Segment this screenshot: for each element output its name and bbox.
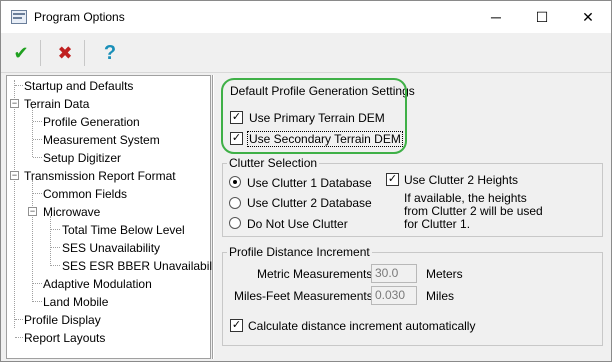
clutter2-label[interactable]: Use Clutter 2 Database: [247, 196, 372, 210]
cancel-button[interactable]: ✖: [53, 41, 77, 65]
options-tree[interactable]: − − − Startup and Defaults Terrain Data …: [6, 75, 224, 359]
metric-label: Metric Measurements: [257, 267, 373, 281]
metric-unit: Meters: [426, 267, 463, 281]
tree-connector: [33, 283, 42, 284]
tree-item-ses-esr-bber[interactable]: SES ESR BBER Unavailability: [62, 258, 224, 274]
toolbar-separator: [84, 40, 85, 66]
toolbar-separator: [40, 40, 41, 66]
title-bar: Program Options ─ ☐ ✕: [1, 1, 611, 33]
tree-item-transmission-report-format[interactable]: Transmission Report Format: [24, 168, 176, 184]
help-icon: ?: [103, 41, 117, 64]
tree-item-setup-digitizer[interactable]: Setup Digitizer: [43, 150, 121, 166]
collapse-toggle[interactable]: −: [10, 99, 19, 108]
tree-item-land-mobile[interactable]: Land Mobile: [43, 294, 108, 310]
tree-item-microwave[interactable]: Microwave: [43, 204, 100, 220]
tree-connector: [51, 265, 60, 266]
clutter1-label[interactable]: Use Clutter 1 Database: [247, 176, 372, 190]
program-options-window: Program Options ─ ☐ ✕ ✔ ✖ ? − − − Startu…: [0, 0, 612, 362]
app-icon: [11, 10, 27, 24]
help-button[interactable]: ?: [98, 41, 122, 65]
tree-connector: [51, 247, 60, 248]
no-clutter-label[interactable]: Do Not Use Clutter: [247, 217, 348, 231]
toolbar: ✔ ✖ ?: [1, 33, 611, 73]
maximize-button[interactable]: ☐: [519, 1, 565, 33]
collapse-toggle[interactable]: −: [28, 207, 37, 216]
tree-connector: [33, 121, 42, 122]
clutter-note-line3: for Clutter 1.: [404, 217, 471, 231]
close-button[interactable]: ✕: [565, 1, 611, 33]
clutter2-radio[interactable]: [229, 197, 241, 209]
maximize-icon: ☐: [535, 8, 549, 25]
tree-connector: [15, 319, 23, 320]
ok-button[interactable]: ✔: [9, 41, 33, 65]
tree-connector: [33, 139, 42, 140]
tree-item-report-layouts[interactable]: Report Layouts: [24, 330, 105, 346]
miles-input[interactable]: 0.030: [371, 286, 417, 305]
tree-connector: [50, 216, 51, 266]
tree-connector: [33, 157, 42, 158]
tree-item-profile-generation[interactable]: Profile Generation: [43, 114, 140, 130]
close-icon: ✕: [582, 8, 594, 25]
no-clutter-radio[interactable]: [229, 217, 241, 229]
check-icon: ✓: [231, 319, 242, 331]
minimize-icon: ─: [491, 9, 501, 25]
tree-item-terrain-data[interactable]: Terrain Data: [24, 96, 89, 112]
tree-connector: [14, 80, 15, 328]
highlight-annotation: [221, 78, 407, 154]
check-icon: ✓: [387, 173, 398, 185]
tree-item-startup[interactable]: Startup and Defaults: [24, 78, 133, 94]
checkmark-icon: ✔: [13, 42, 29, 63]
tree-item-common-fields[interactable]: Common Fields: [43, 186, 127, 202]
window-title: Program Options: [34, 10, 125, 24]
auto-increment-checkbox[interactable]: ✓: [230, 319, 243, 332]
clutter2-heights-label[interactable]: Use Clutter 2 Heights: [404, 173, 518, 187]
tree-connector: [33, 193, 42, 194]
collapse-toggle[interactable]: −: [10, 171, 19, 180]
clutter-selection-title: Clutter Selection: [227, 156, 320, 170]
tree-connector: [51, 229, 60, 230]
tree-item-adaptive-modulation[interactable]: Adaptive Modulation: [43, 276, 152, 292]
clutter-note-line2: from Clutter 2 will be used: [404, 204, 543, 218]
clutter1-radio[interactable]: [229, 176, 241, 188]
clutter2-heights-checkbox[interactable]: ✓: [386, 173, 399, 186]
auto-increment-label[interactable]: Calculate distance increment automatical…: [248, 319, 475, 333]
tree-connector: [15, 85, 23, 86]
miles-label: Miles-Feet Measurements: [234, 289, 373, 303]
tree-item-total-time-below-level[interactable]: Total Time Below Level: [62, 222, 185, 238]
tree-item-measurement-system[interactable]: Measurement System: [43, 132, 160, 148]
distance-increment-title: Profile Distance Increment: [227, 245, 372, 259]
tree-item-profile-display[interactable]: Profile Display: [24, 312, 101, 328]
tree-item-ses-unavailability[interactable]: SES Unavailability: [62, 240, 160, 256]
tree-connector: [32, 107, 33, 157]
tree-connector: [15, 337, 23, 338]
clutter-note-line1: If available, the heights: [404, 191, 527, 205]
minimize-button[interactable]: ─: [473, 1, 519, 33]
tree-connector: [33, 301, 42, 302]
metric-input[interactable]: 30.0: [371, 264, 417, 283]
miles-unit: Miles: [426, 289, 455, 303]
x-icon: ✖: [57, 42, 73, 63]
